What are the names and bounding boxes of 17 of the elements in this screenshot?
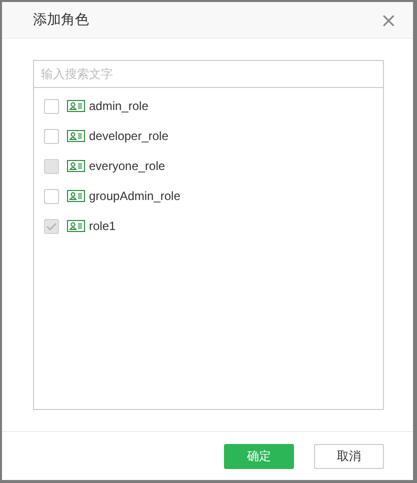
confirm-button[interactable]: 确定 xyxy=(224,444,294,468)
checkbox[interactable] xyxy=(44,98,59,114)
id-card-icon xyxy=(67,190,85,202)
cancel-button[interactable]: 取消 xyxy=(314,444,384,468)
id-card-icon xyxy=(67,160,85,172)
id-card-icon xyxy=(67,130,85,142)
role-name: admin_role xyxy=(89,99,148,113)
role-name: everyone_role xyxy=(89,159,166,173)
role-name: groupAdmin_role xyxy=(89,189,180,203)
checkbox[interactable] xyxy=(44,128,59,144)
close-button[interactable]: × xyxy=(380,10,397,30)
checkbox[interactable] xyxy=(44,188,59,204)
id-card-icon xyxy=(67,100,85,112)
role-name: developer_role xyxy=(89,129,168,143)
id-card-icon xyxy=(67,220,85,232)
dialog-title: 添加角色 xyxy=(33,11,89,29)
role-name: role1 xyxy=(89,219,116,233)
